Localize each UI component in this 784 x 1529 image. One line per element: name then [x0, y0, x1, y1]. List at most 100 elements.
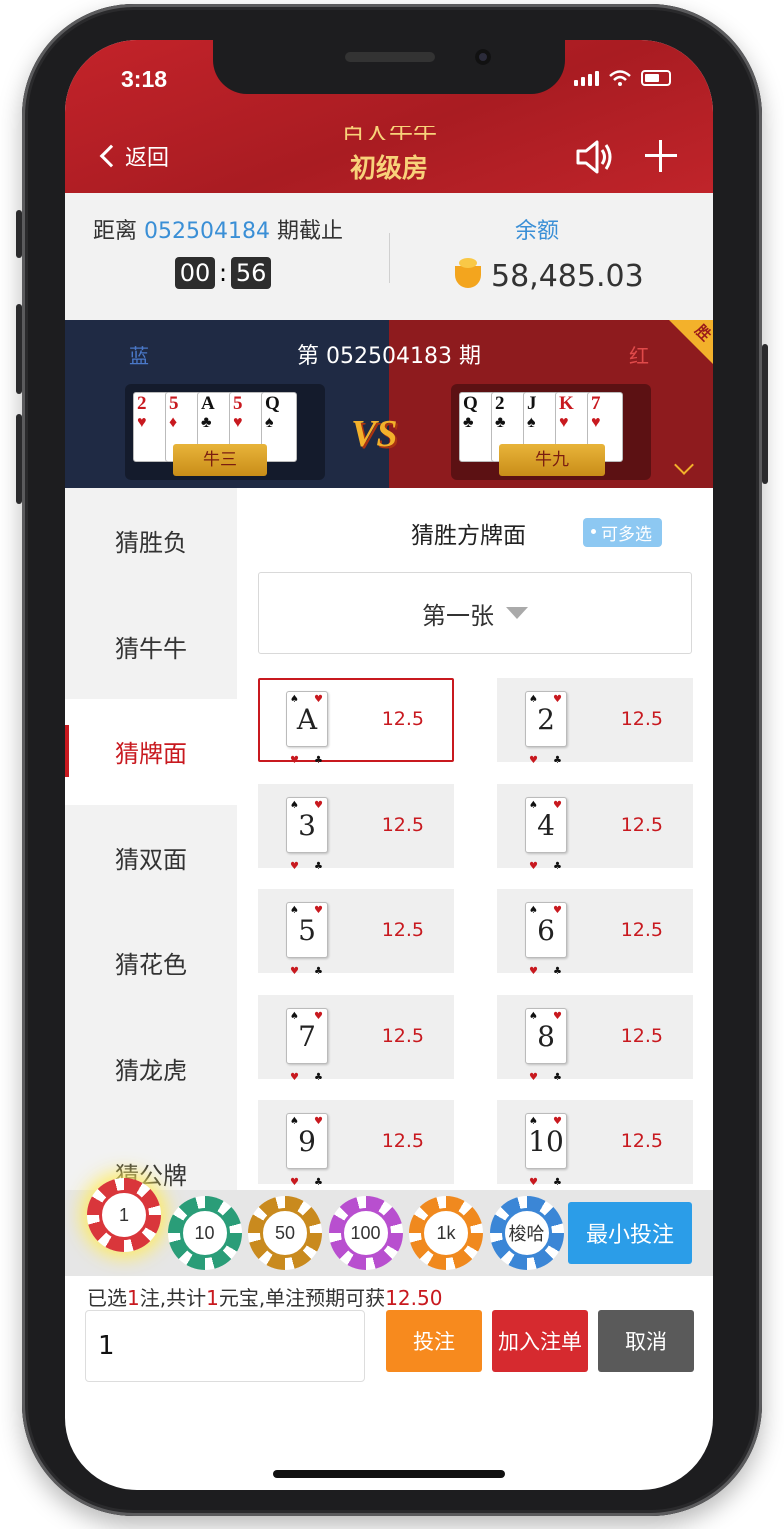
card-option-odds: 12.5 — [620, 813, 663, 836]
card-face-icon: 10 ♥ ♣ — [525, 1094, 567, 1188]
card-option-odds: 12.5 — [381, 1130, 424, 1152]
status-time: 3:18 — [121, 66, 168, 92]
sidebar-item-1[interactable]: 猜牛牛 — [65, 594, 237, 700]
plus-icon[interactable] — [645, 140, 677, 172]
chip-2[interactable]: 50 — [248, 1196, 322, 1270]
sidebar-item-3[interactable]: 猜双面 — [65, 805, 237, 911]
card-position-value: 第一张 — [422, 601, 494, 630]
card-option-odds: 12.5 — [620, 1024, 663, 1047]
vs-icon: VS — [351, 413, 398, 455]
card-option[interactable]: 4 ♥ ♣ 12.5 — [497, 778, 693, 872]
card-rank: Q — [265, 393, 280, 414]
card-rank: 7 — [591, 393, 601, 414]
card-suit: ♣ — [463, 414, 474, 431]
card-option[interactable]: 8 ♥ ♣ 12.5 — [497, 989, 693, 1083]
camera-icon — [475, 49, 491, 65]
chip-5[interactable]: 梭哈 — [489, 1196, 564, 1270]
card-option-odds: 12.5 — [381, 1024, 424, 1047]
place-bet-button[interactable]: 投注 — [386, 1310, 482, 1372]
balance-amount: 58,485.03 — [491, 259, 644, 294]
issue-info-panel: 距离 052504184 期截止 00 : 56 余额 58,485.03 — [65, 193, 713, 320]
multi-select-label: 可多选 — [601, 525, 652, 545]
chip-0[interactable]: 1 — [87, 1178, 161, 1252]
card-option-rank: A — [296, 703, 318, 736]
card-option[interactable]: 2 ♥ ♣ 12.5 — [497, 672, 693, 766]
countdown-seconds: 56 — [231, 257, 272, 289]
club-icon: ♣ — [553, 1071, 562, 1083]
chevron-down-icon[interactable] — [674, 455, 694, 475]
deadline-issue-number: 052504184 — [144, 219, 270, 244]
add-to-slip-button[interactable]: 加入注单 — [492, 1310, 588, 1372]
heart-icon: ♥ — [529, 1071, 538, 1083]
card-position-select[interactable]: 第一张 — [258, 572, 692, 654]
card-option[interactable]: 10 ♥ ♣ 12.5 — [497, 1094, 693, 1188]
card-option-rank: 6 — [537, 914, 555, 947]
card-option[interactable]: 9 ♥ ♣ 12.5 — [258, 1094, 454, 1188]
blue-hand-result: 牛三 — [173, 444, 267, 476]
card-option[interactable]: 6 ♥ ♣ 12.5 — [497, 883, 693, 977]
volume-up-button — [16, 304, 22, 394]
card-suit: ♥ — [591, 414, 601, 431]
card-rank: 2 — [495, 393, 505, 414]
cancel-button[interactable]: 取消 — [598, 1310, 694, 1372]
sidebar-item-2[interactable]: 猜牌面 — [65, 699, 237, 805]
chip-bar: 最小投注 1 10 50 100 1k 梭哈 — [65, 1178, 713, 1276]
card-option-rank: 7 — [298, 1019, 316, 1053]
deadline-text: 距离 052504184 期截止 — [93, 213, 343, 245]
card-rank: 2 — [137, 393, 147, 414]
bet-amount-input[interactable]: 1 — [85, 1310, 365, 1382]
section-title: 猜胜方牌面 — [411, 523, 526, 549]
summary-total: 1 — [206, 1286, 219, 1310]
card-option-rank: 2 — [537, 703, 555, 736]
heart-icon: ♥ — [290, 860, 299, 872]
club-icon: ♣ — [314, 966, 323, 977]
club-icon: ♣ — [314, 1177, 323, 1188]
card-option-rank: 4 — [537, 808, 555, 842]
card-option-rank: 9 — [298, 1125, 316, 1158]
home-indicator[interactable] — [273, 1470, 505, 1478]
room-title-partial: 百人牛牛 — [341, 126, 437, 140]
chip-label: 1 — [99, 1190, 149, 1240]
heart-icon: ♥ — [290, 966, 299, 977]
card-option[interactable]: 5 ♥ ♣ 12.5 — [258, 883, 454, 977]
card-option[interactable]: 7 ♥ ♣ 12.5 — [258, 989, 454, 1083]
ingot-icon — [455, 257, 481, 288]
card-option[interactable]: A ♥ ♣ 12.5 — [258, 672, 454, 766]
balance-label: 余额 — [515, 219, 560, 244]
sidebar-item-0[interactable]: 猜胜负 — [65, 488, 237, 594]
card-rank: 5 — [169, 393, 179, 414]
mute-switch — [16, 210, 22, 258]
battery-icon — [641, 70, 671, 86]
card-face-icon: 7 ♥ ♣ — [286, 989, 328, 1083]
sidebar-item-4[interactable]: 猜花色 — [65, 910, 237, 1016]
club-icon: ♣ — [553, 1177, 562, 1188]
dropdown-caret-icon — [506, 607, 528, 619]
sidebar-item-5[interactable]: 猜龙虎 — [65, 1016, 237, 1122]
club-icon: ♣ — [553, 755, 562, 766]
wifi-icon — [609, 70, 631, 86]
bet-summary: 已选1注,共计1元宝,单注预期可获12.50 — [87, 1282, 442, 1311]
deadline-suffix: 期截止 — [277, 219, 344, 244]
card-face-icon: 9 ♥ ♣ — [286, 1094, 328, 1188]
card-option-odds: 12.5 — [381, 813, 424, 836]
phone-notch — [213, 40, 565, 94]
card-suit: ♦ — [169, 414, 178, 431]
card-face-icon: 3 ♥ ♣ — [286, 778, 328, 872]
chip-3[interactable]: 100 — [328, 1196, 403, 1270]
result-issue-label: 第 052504183 期 — [297, 344, 481, 369]
chip-4[interactable]: 1k — [409, 1196, 483, 1270]
speaker-icon[interactable] — [575, 138, 615, 176]
last-result-panel[interactable]: 第 052504183 期 蓝 2 ♥ 5 ♦ A ♣ 5 ♥ Q ♠ 牛三 红 Q ♣ 2 ♣ J ♠ K ♥… — [65, 320, 713, 488]
card-face-icon: 2 ♥ ♣ — [525, 672, 567, 766]
min-bet-button[interactable]: 最小投注 — [568, 1202, 692, 1264]
chip-label: 10 — [179, 1208, 230, 1258]
chip-label: 1k — [421, 1208, 471, 1258]
heart-icon: ♥ — [290, 1071, 299, 1083]
heart-icon: ♥ — [529, 860, 538, 872]
card-option[interactable]: 3 ♥ ♣ 12.5 — [258, 778, 454, 872]
chip-label: 100 — [340, 1208, 391, 1258]
power-button — [762, 344, 768, 484]
heart-icon: ♥ — [529, 755, 538, 766]
chip-1[interactable]: 10 — [167, 1196, 242, 1270]
card-rank: 5 — [233, 393, 243, 414]
